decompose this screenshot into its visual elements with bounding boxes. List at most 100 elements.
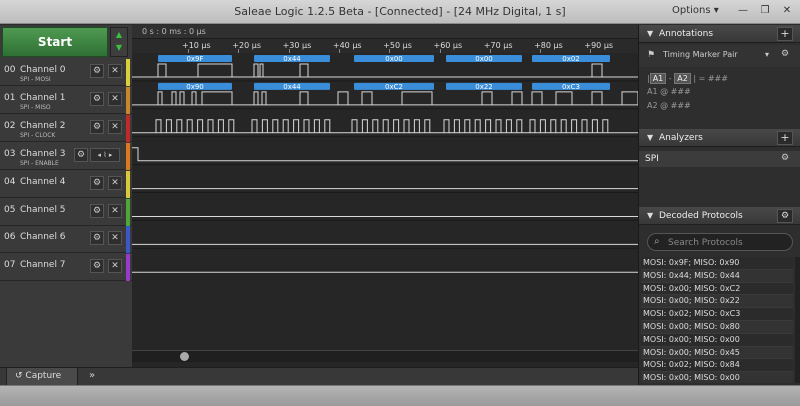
restore-button[interactable]: ❐ bbox=[758, 5, 772, 17]
channel-analyzer-label: SPI - MISO bbox=[20, 103, 51, 111]
gear-icon[interactable]: ⚙ bbox=[74, 147, 88, 162]
channel-row[interactable]: 01 Channel 1 SPI - MISO ⚙ ✕ bbox=[0, 86, 132, 114]
channel-name: Channel 1 bbox=[20, 92, 66, 103]
list-item[interactable]: MOSI: 0x9F; MISO: 0x90 bbox=[641, 257, 793, 270]
channel-color-bar bbox=[126, 86, 130, 114]
title-bar: Saleae Logic 1.2.5 Beta - [Connected] - … bbox=[0, 0, 800, 24]
channel-color-bar bbox=[126, 59, 130, 86]
channel-number: 03 bbox=[4, 148, 16, 159]
vertical-scrollbar[interactable] bbox=[795, 257, 800, 383]
close-icon[interactable]: ✕ bbox=[108, 175, 122, 190]
gear-icon[interactable]: ⚙ bbox=[90, 203, 104, 218]
channel-row[interactable]: 04 Channel 4 ⚙ ✕ bbox=[0, 170, 132, 198]
chevron-up-icon: ▲ bbox=[115, 30, 123, 39]
channel-number: 01 bbox=[4, 92, 16, 103]
start-options-arrows[interactable]: ▲ ▼ bbox=[110, 27, 128, 57]
collapse-icon: ▼ bbox=[647, 29, 654, 38]
close-icon[interactable]: ✕ bbox=[108, 203, 122, 218]
gear-icon[interactable]: ⚙ bbox=[90, 231, 104, 246]
channel-row[interactable]: 03 Channel 3 SPI - ENABLE ⚙ ◂ ⌇ ▸ bbox=[0, 142, 132, 170]
add-annotation-button[interactable]: + bbox=[777, 27, 793, 41]
channel-number: 00 bbox=[4, 65, 16, 75]
channel-row[interactable]: 05 Channel 5 ⚙ ✕ bbox=[0, 198, 132, 226]
close-icon[interactable]: ✕ bbox=[108, 231, 122, 246]
more-tabs-button[interactable]: » bbox=[84, 370, 100, 384]
analyzers-header[interactable]: ▼ Analyzers + bbox=[639, 129, 800, 147]
channel-name: Channel 6 bbox=[20, 232, 66, 243]
channel-name: Channel 3 bbox=[20, 148, 66, 159]
options-menu[interactable]: Options ▾ bbox=[672, 5, 719, 16]
start-button[interactable]: Start bbox=[2, 27, 108, 57]
add-analyzer-button[interactable]: + bbox=[777, 131, 793, 145]
channel-number: 05 bbox=[4, 204, 16, 215]
analyzer-spi[interactable]: SPI ⚙ bbox=[639, 151, 800, 167]
list-item[interactable]: MOSI: 0x00; MISO: 0x22 bbox=[641, 295, 793, 309]
horizontal-scrollbar[interactable] bbox=[132, 350, 638, 362]
decode-label-text: 0x44 bbox=[283, 83, 301, 91]
signal-trace bbox=[132, 147, 638, 162]
search-input[interactable] bbox=[668, 236, 788, 249]
channel-color-bar bbox=[126, 198, 130, 226]
channel-name: Channel 0 bbox=[20, 65, 66, 75]
channel-analyzer-label: SPI - MOSI bbox=[20, 76, 51, 83]
list-item[interactable]: MOSI: 0x00; MISO: 0x00 bbox=[641, 333, 793, 347]
channel-row[interactable]: 06 Channel 6 ⚙ ✕ bbox=[0, 226, 132, 254]
close-icon[interactable]: ✕ bbox=[108, 259, 122, 274]
channel-row[interactable]: 00 Channel 0 SPI - MOSI ⚙ ✕ bbox=[0, 59, 132, 86]
side-panel: ▼ Annotations + ⚑ Timing Marker Pair ▾ ⚙… bbox=[638, 25, 800, 385]
channel-number: 02 bbox=[4, 120, 16, 131]
list-item[interactable]: MOSI: 0x00; MISO: 0x00 bbox=[641, 372, 793, 383]
gear-icon[interactable]: ⚙ bbox=[90, 259, 104, 274]
gear-icon[interactable]: ⚙ bbox=[90, 91, 104, 106]
app-window: Saleae Logic 1.2.5 Beta - [Connected] - … bbox=[0, 0, 800, 406]
chevron-down-icon[interactable]: ▾ bbox=[765, 50, 769, 59]
decode-label-text: 0xC3 bbox=[562, 83, 580, 91]
gear-icon[interactable]: ⚙ bbox=[90, 119, 104, 134]
close-icon[interactable]: ✕ bbox=[108, 64, 122, 78]
decode-label-text: 0x00 bbox=[475, 55, 493, 63]
time-tick: +70 µs bbox=[483, 41, 513, 50]
list-item[interactable]: MOSI: 0x00; MISO: 0x80 bbox=[641, 320, 793, 334]
marker-a1: A1 @ ### bbox=[647, 87, 691, 96]
gear-icon[interactable]: ⚙ bbox=[781, 49, 789, 59]
channel-row[interactable]: 02 Channel 2 SPI - CLOCK ⚙ ✕ bbox=[0, 114, 132, 142]
list-item[interactable]: MOSI: 0x00; MISO: 0x45 bbox=[641, 346, 793, 360]
gear-icon[interactable]: ⚙ bbox=[777, 209, 793, 223]
signal-trace bbox=[132, 119, 638, 134]
trigger-buttons[interactable]: ◂ ⌇ ▸ bbox=[90, 147, 120, 162]
gear-icon[interactable]: ⚙ bbox=[90, 64, 104, 78]
decode-label-text: 0x44 bbox=[283, 55, 301, 63]
channel-row[interactable]: 07 Channel 7 ⚙ ✕ bbox=[0, 254, 132, 282]
time-tick: +10 µs bbox=[182, 41, 211, 50]
channel-name: Channel 5 bbox=[20, 204, 66, 215]
channel-analyzer-label: SPI - CLOCK bbox=[20, 131, 56, 139]
timing-marker-pair[interactable]: ⚑ Timing Marker Pair ▾ ⚙ bbox=[639, 45, 800, 67]
gear-icon[interactable]: ⚙ bbox=[781, 153, 789, 163]
channel-name: Channel 2 bbox=[20, 120, 66, 131]
waveform-area[interactable]: 0 s : 0 ms : 0 µs +10 µs +20 µs +30 µs +40 … bbox=[132, 25, 638, 367]
annotations-header[interactable]: ▼ Annotations + bbox=[639, 25, 800, 43]
list-item[interactable]: MOSI: 0x44; MISO: 0x44 bbox=[641, 269, 793, 283]
time-ruler: +10 µs +20 µs +30 µs +40 µs +50 µs +60 µs +70 … bbox=[132, 39, 638, 53]
channel-number: 06 bbox=[4, 232, 16, 243]
collapse-icon: ▼ bbox=[647, 133, 654, 142]
tab-capture[interactable]: ↺ Capture bbox=[6, 368, 78, 386]
list-item[interactable]: MOSI: 0x00; MISO: 0xC2 bbox=[641, 282, 793, 296]
gear-icon[interactable]: ⚙ bbox=[90, 175, 104, 190]
bottom-tab-bar: ↺ Capture » bbox=[0, 367, 638, 386]
channel-color-bar bbox=[126, 170, 130, 198]
channel-analyzer-label: SPI - ENABLE bbox=[20, 159, 59, 167]
list-item[interactable]: MOSI: 0x02; MISO: 0xC3 bbox=[641, 308, 793, 321]
close-icon[interactable]: ✕ bbox=[108, 119, 122, 134]
close-window-button[interactable]: ✕ bbox=[780, 5, 794, 17]
channel-color-bar bbox=[126, 142, 130, 170]
time-tick: +60 µs bbox=[433, 41, 463, 50]
close-icon[interactable]: ✕ bbox=[108, 91, 122, 106]
minimize-button[interactable]: — bbox=[736, 5, 750, 17]
list-item[interactable]: MOSI: 0x02; MISO: 0x84 bbox=[641, 359, 793, 373]
search-protocols[interactable]: ⌕ bbox=[647, 233, 793, 251]
decode-label-text: 0x90 bbox=[186, 83, 204, 91]
decode-label-text: 0x00 bbox=[385, 55, 403, 63]
scroll-knob[interactable] bbox=[180, 352, 189, 361]
decoded-protocols-header[interactable]: ▼ Decoded Protocols ⚙ bbox=[639, 207, 800, 225]
